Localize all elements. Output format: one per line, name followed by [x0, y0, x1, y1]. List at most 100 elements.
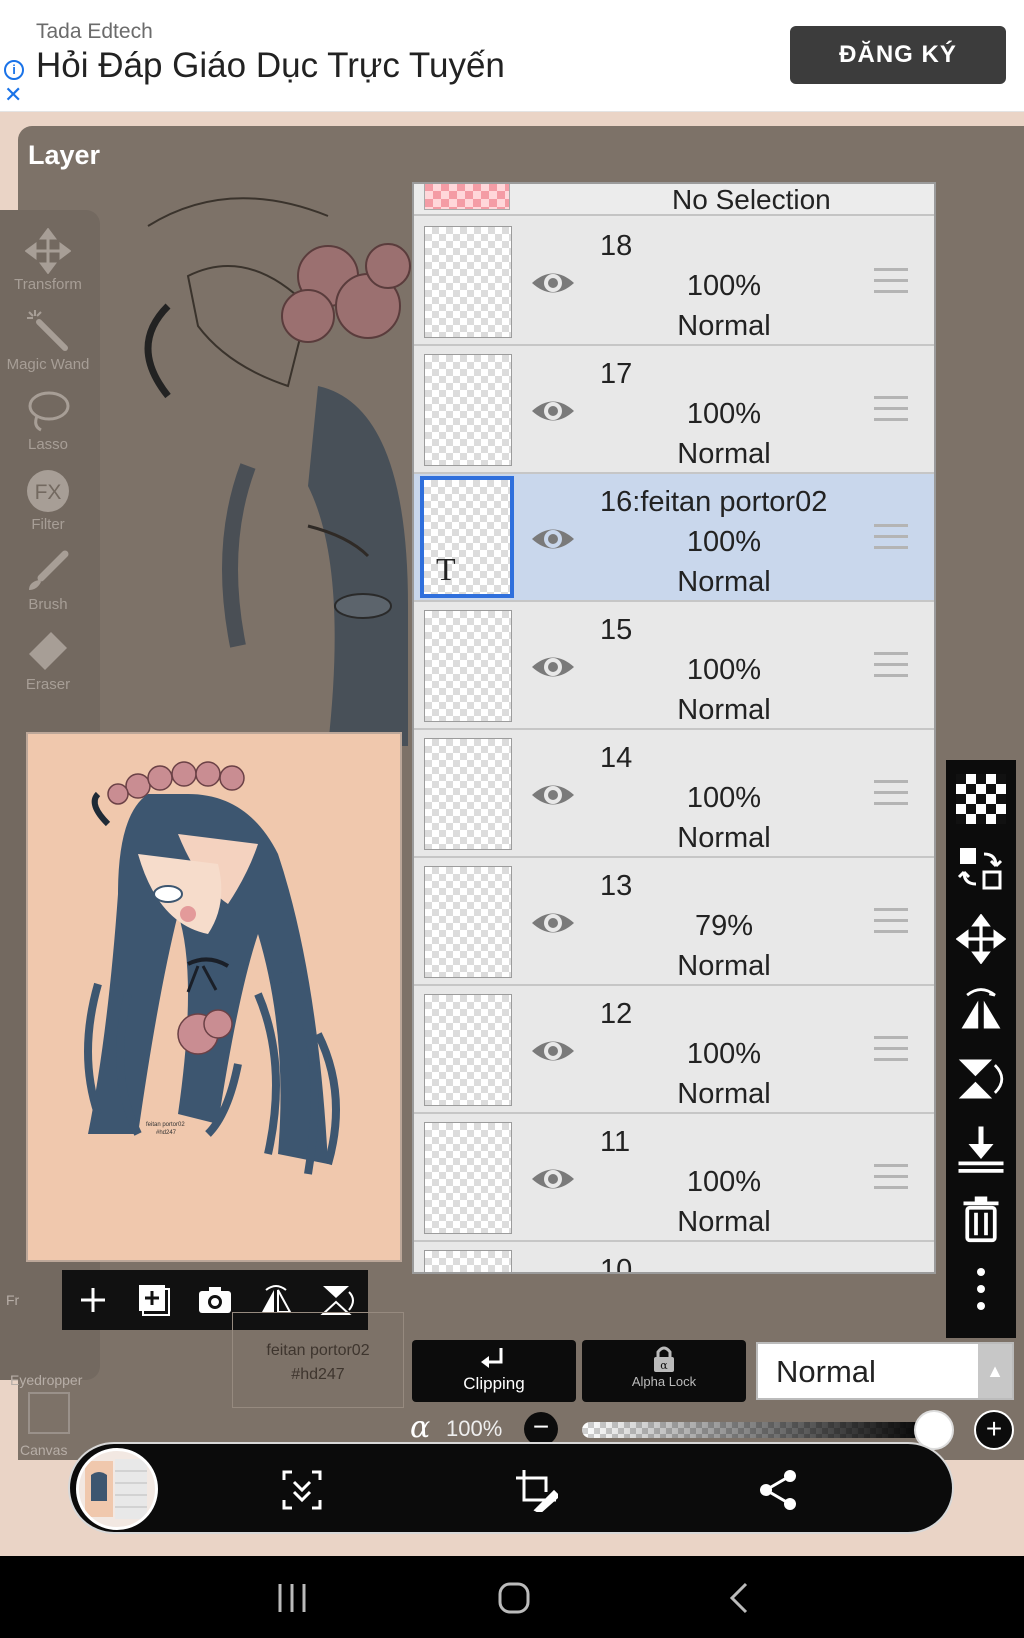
layer-blend-mode: Normal: [677, 566, 771, 598]
back-icon[interactable]: [720, 1578, 760, 1618]
layer-thumbnail[interactable]: [424, 866, 512, 978]
eraser-icon: [29, 632, 67, 670]
canvas-artwork: [144, 197, 411, 746]
drag-handle-icon[interactable]: [874, 268, 908, 296]
flip-vertical-icon[interactable]: [956, 1054, 1006, 1104]
layer-row[interactable]: 12 100% Normal: [414, 986, 934, 1114]
tool-filter[interactable]: FX Filter: [0, 468, 96, 533]
home-icon[interactable]: [494, 1578, 534, 1618]
layer-row[interactable]: 11 100% Normal: [414, 1114, 934, 1242]
panel-title: Layer: [28, 140, 101, 170]
layer-thumbnail-button[interactable]: [76, 1448, 158, 1530]
canvas-tool-icon[interactable]: [28, 1392, 70, 1434]
svg-text:FX: FX: [35, 481, 62, 504]
more-options-icon[interactable]: [956, 1264, 1006, 1314]
info-icon[interactable]: i: [4, 60, 24, 80]
ad-register-button[interactable]: ĐĂNG KÝ: [790, 26, 1006, 84]
layer-name: 10: [600, 1254, 633, 1274]
lasso-icon: [28, 391, 70, 432]
navigator-preview[interactable]: feitan portor02 #hd247: [26, 732, 402, 1262]
crop-edit-icon[interactable]: [514, 1468, 561, 1514]
drag-handle-icon[interactable]: [874, 652, 908, 680]
recent-apps-icon[interactable]: [272, 1578, 312, 1618]
ad-headline[interactable]: Hỏi Đáp Giáo Dục Trực Tuyến: [36, 46, 505, 86]
drag-handle-icon[interactable]: [874, 1036, 908, 1064]
eye-icon[interactable]: [530, 388, 576, 434]
eye-icon[interactable]: [530, 516, 576, 562]
share-icon[interactable]: [756, 1468, 800, 1512]
tool-label: Eraser: [25, 676, 71, 693]
tool-canvas[interactable]: Canvas: [20, 1442, 67, 1458]
layer-row[interactable]: 15 100% Normal: [414, 602, 934, 730]
tool-eyedropper[interactable]: Eyedropper: [10, 1372, 82, 1388]
right-toolbar: [946, 760, 1016, 1338]
eye-icon[interactable]: [530, 900, 576, 946]
eye-icon[interactable]: [530, 1156, 576, 1202]
magic-wand-icon: [27, 310, 68, 351]
layer-row[interactable]: 18 100% Normal: [414, 218, 934, 346]
layer-blend-mode: Normal: [677, 694, 771, 726]
fx-icon: FX: [27, 470, 69, 512]
flip-horizontal-icon[interactable]: [956, 984, 1006, 1034]
selection-expand-icon[interactable]: [280, 1468, 324, 1512]
alpha-lock-label: Alpha Lock: [631, 1374, 697, 1389]
svg-text:feitan portor02: feitan portor02: [146, 1122, 185, 1128]
layer-blend-mode: Normal: [677, 310, 771, 342]
add-layer-icon[interactable]: [134, 1280, 174, 1320]
alpha-icon: α: [410, 1410, 431, 1445]
layer-opacity: 100%: [686, 526, 762, 558]
text-layer-icon: T: [436, 551, 456, 587]
camera-icon[interactable]: [195, 1280, 235, 1320]
layer-row[interactable]: 17 100% Normal: [414, 346, 934, 474]
chevron-up-icon[interactable]: ▲: [978, 1344, 1012, 1398]
layer-name: 13: [600, 870, 633, 902]
layer-thumbnail[interactable]: [424, 1250, 512, 1272]
layer-thumbnail[interactable]: [424, 226, 512, 338]
drag-handle-icon[interactable]: [874, 524, 908, 552]
no-selection-row[interactable]: No Selection: [414, 184, 934, 216]
tool-transform[interactable]: Transform: [0, 228, 96, 293]
blend-mode-select[interactable]: Normal ▲: [756, 1342, 1014, 1400]
swap-layer-icon[interactable]: [956, 844, 1006, 894]
drag-handle-icon[interactable]: [874, 780, 908, 808]
tool-magic-wand[interactable]: Magic Wand: [0, 308, 96, 373]
clipping-button[interactable]: Clipping: [412, 1340, 576, 1402]
opacity-slider[interactable]: [582, 1422, 932, 1438]
checkerboard-icon[interactable]: [956, 774, 1006, 824]
alpha-lock-button[interactable]: α Alpha Lock: [582, 1340, 746, 1402]
layer-thumbnail[interactable]: [424, 738, 512, 850]
layer-row[interactable]: 13 79% Normal: [414, 858, 934, 986]
tool-lasso[interactable]: Lasso: [0, 388, 96, 453]
layer-opacity: 100%: [686, 1038, 762, 1070]
drag-handle-icon[interactable]: [874, 908, 908, 936]
eye-icon[interactable]: [530, 260, 576, 306]
add-icon[interactable]: [73, 1280, 113, 1320]
drag-handle-icon[interactable]: [874, 1164, 908, 1192]
workspace: Layer Transform Magic Wand Lasso FX Filt…: [0, 112, 1024, 1556]
opacity-decrease-button[interactable]: −: [524, 1412, 558, 1446]
layer-thumbnail[interactable]: T: [420, 476, 514, 598]
layer-row[interactable]: 10100%Normal: [414, 1242, 934, 1274]
layer-list[interactable]: No Selection 18 100% Normal 17 100% Normal T 16…: [412, 182, 936, 1274]
layer-row[interactable]: 14 100% Normal: [414, 730, 934, 858]
eye-icon[interactable]: [530, 772, 576, 818]
layer-blend-mode: Normal: [677, 1078, 771, 1110]
layer-name: 11: [600, 1126, 631, 1158]
ad-banner[interactable]: Tada Edtech Hỏi Đáp Giáo Dục Trực Tuyến …: [0, 0, 1024, 112]
lock-icon: α: [654, 1346, 674, 1372]
layer-thumbnail[interactable]: [424, 610, 512, 722]
move-icon[interactable]: [955, 913, 1007, 965]
close-icon[interactable]: ✕: [4, 84, 22, 106]
layer-thumbnail[interactable]: [424, 1122, 512, 1234]
tool-eraser[interactable]: Eraser: [0, 628, 96, 693]
layer-row[interactable]: T 16:feitan portor02 100% Normal: [414, 474, 934, 602]
drag-handle-icon[interactable]: [874, 396, 908, 424]
eye-icon[interactable]: [530, 644, 576, 690]
layer-thumbnail[interactable]: [424, 354, 512, 466]
tool-brush[interactable]: Brush: [0, 548, 96, 613]
trash-icon[interactable]: [956, 1194, 1006, 1244]
opacity-increase-button[interactable]: +: [974, 1410, 1014, 1450]
layer-thumbnail[interactable]: [424, 994, 512, 1106]
eye-icon[interactable]: [530, 1028, 576, 1074]
merge-down-icon[interactable]: [956, 1124, 1006, 1174]
